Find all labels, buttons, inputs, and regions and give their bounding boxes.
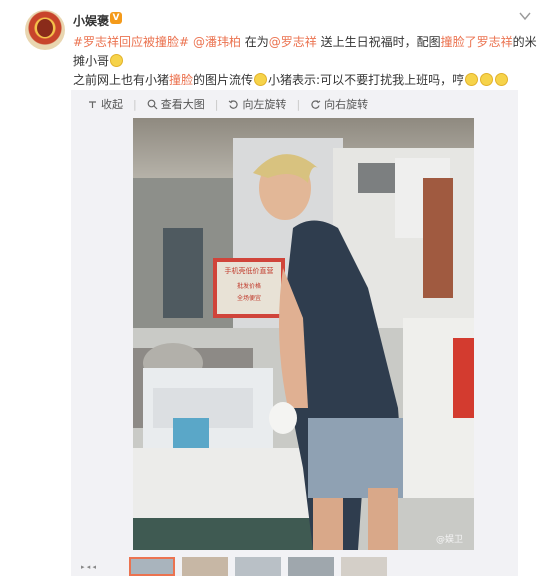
rotate-left-button[interactable]: 向左旋转 (228, 96, 286, 112)
hashtag-link[interactable]: #罗志祥回应被撞脸# (73, 35, 189, 49)
stall-sign-title: 手机壳低价直营 (225, 266, 274, 275)
view-large-label: 查看大图 (160, 98, 205, 111)
market-scene-image: 手机壳低价直营 批发价格 全场便宜 @娱卫 (133, 118, 474, 550)
collapse-button[interactable]: 收起 (87, 96, 123, 112)
thumbnail-1[interactable] (129, 557, 175, 576)
rotate-right-button[interactable]: 向右旋转 (310, 96, 368, 112)
thumbnail-5[interactable] (341, 557, 387, 576)
rotate-right-icon (311, 99, 321, 109)
photo-watermark: @娱卫 (436, 533, 463, 545)
rotate-left-label: 向左旋转 (242, 98, 287, 111)
thumbnail-3[interactable] (235, 557, 281, 576)
toolbar-divider: | (133, 97, 137, 111)
media-toolbar: 收起 | 查看大图 | 向左旋转 | 向右旋转 (71, 90, 518, 118)
rotate-left-icon (229, 99, 239, 109)
user-avatar[interactable] (25, 10, 65, 50)
post-text-fragment: 小猪表示:可以不要打扰我上班吗，哼 (268, 73, 465, 87)
view-large-button[interactable]: 查看大图 (147, 96, 205, 112)
stall-sign-line-3: 全场便宜 (237, 294, 261, 302)
post-text-fragment: 在为 (240, 35, 269, 49)
post-line-3: 之前网上也有小猪撞脸的图片流传 小猪表示:可以不要打扰我上班吗，哼 (73, 71, 513, 90)
mention-link[interactable]: @罗志祥 (269, 35, 317, 49)
post-text: #罗志祥回应被撞脸# @潘玮柏 在为@罗志祥 送上生日祝福时，配图撞脸了罗志祥的… (73, 33, 537, 90)
thumbnail-4[interactable] (288, 557, 334, 576)
post-text-fragment: 的米 (512, 35, 537, 49)
emoji-icon (480, 73, 494, 86)
post-line-2: 摊小哥 (73, 52, 513, 71)
collapse-icon (89, 100, 96, 108)
emoji-icon (495, 73, 509, 86)
vip-badge: V (110, 12, 122, 24)
chevron-down-icon[interactable] (518, 10, 532, 22)
emoji-icon (110, 54, 124, 67)
media-panel: 收起 | 查看大图 | 向左旋转 | 向右旋转 手机壳低价直营 批发价格 全场便… (71, 90, 518, 576)
mention-link[interactable]: @潘玮柏 (193, 35, 241, 49)
weibo-post-card: 小娱褒 V #罗志祥回应被撞脸# @潘玮柏 在为@罗志祥 送上生日祝福时，配图撞… (0, 0, 550, 576)
toolbar-divider: | (296, 97, 301, 111)
stall-sign-line-2: 批发价格 (237, 282, 261, 290)
post-text-fragment: 的图片流传 (193, 73, 254, 87)
emoji-icon (465, 73, 479, 86)
post-text-fragment: 之前网上也有小猪 (73, 73, 170, 87)
toolbar-divider: | (214, 97, 219, 111)
post-text-fragment: 送上生日祝福时，配图 (316, 35, 441, 49)
keyword-link[interactable]: 撞脸 (169, 73, 193, 87)
rotate-right-label: 向右旋转 (324, 98, 369, 111)
post-photo[interactable]: 手机壳低价直营 批发价格 全场便宜 @娱卫 (133, 118, 474, 550)
post-line-1: #罗志祥回应被撞脸# @潘玮柏 在为@罗志祥 送上生日祝福时，配图撞脸了罗志祥的… (73, 33, 537, 52)
emoji-icon (254, 73, 268, 86)
thumbnail-2[interactable] (182, 557, 228, 576)
thumbnail-label: ▸ ◂ ◂ (81, 563, 96, 571)
magnifier-icon (147, 99, 158, 109)
keyword-link[interactable]: 撞脸了罗志祥 (441, 35, 513, 49)
collapse-label: 收起 (101, 98, 123, 111)
username[interactable]: 小娱褒 (73, 12, 109, 29)
post-text-fragment: 摊小哥 (73, 54, 110, 68)
thumbnail-strip (129, 557, 387, 576)
